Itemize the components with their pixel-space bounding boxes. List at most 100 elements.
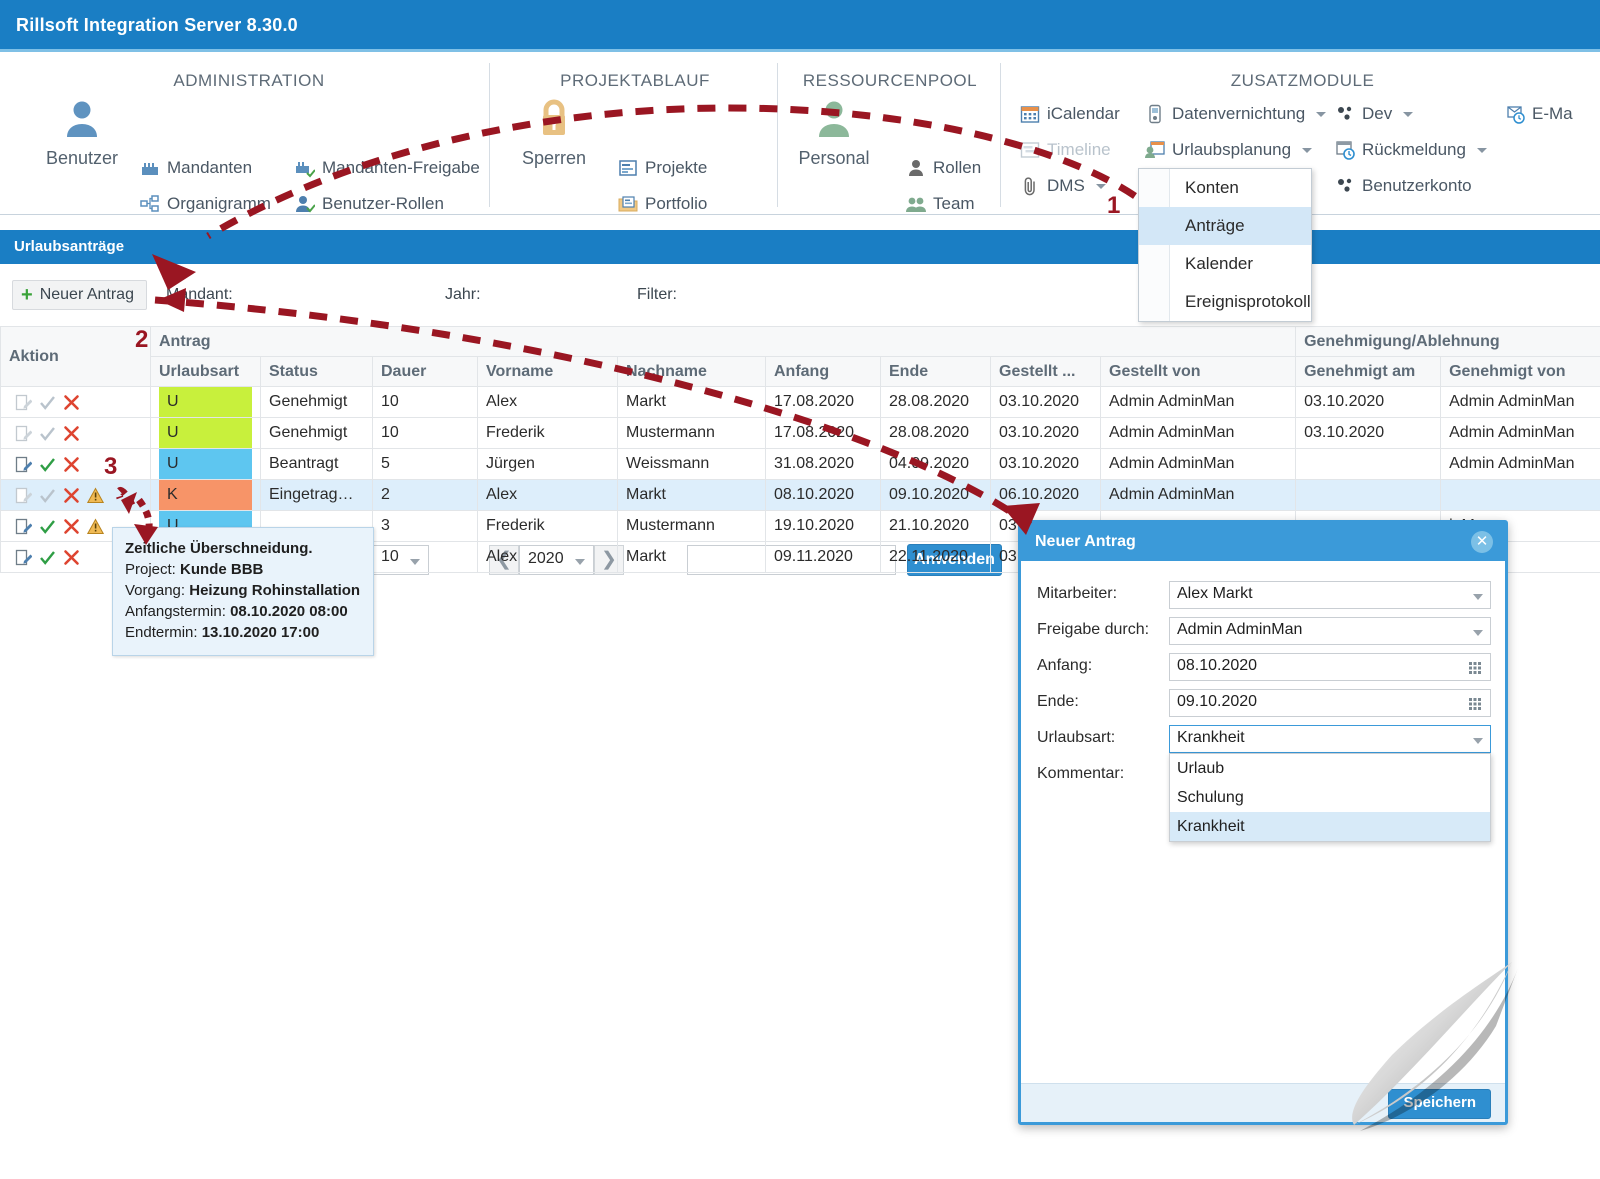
ribbon-item-benutzerkonto[interactable]: Benutzerkonto (1335, 173, 1472, 199)
ribbon-item-rueckmeldung[interactable]: Rückmeldung (1335, 137, 1487, 163)
ribbon-item-rollen[interactable]: Rollen (906, 155, 981, 181)
cell-status: Eingetrag… (261, 480, 373, 511)
kommentar-textarea[interactable] (1169, 843, 1491, 1053)
ende-date-input[interactable]: 09.10.2020 (1169, 689, 1491, 717)
reject-icon[interactable] (63, 518, 80, 535)
option-schulung[interactable]: Schulung (1170, 783, 1490, 812)
ribbon-item-datenvernichtung[interactable]: Datenvernichtung (1145, 101, 1326, 127)
ribbon-item-email[interactable]: E-Ma (1505, 101, 1573, 127)
cell-status: Beantragt (261, 449, 373, 480)
ribbon-item-mandanten-freigabe[interactable]: Mandanten-Freigabe (295, 155, 480, 181)
menu-item-antraege[interactable]: Anträge (1139, 207, 1311, 245)
ribbon-button-personal[interactable]: Personal (782, 97, 886, 169)
field-label-anfang: Anfang: (1037, 657, 1092, 675)
urlaubsplanung-dropdown-menu[interactable]: Konten Anträge Kalender Ereignisprotokol… (1138, 168, 1312, 322)
urlaubsart-options-list[interactable]: Urlaub Schulung Krankheit (1169, 753, 1491, 842)
dev-icon (1335, 104, 1355, 124)
ribbon-item-icalendar[interactable]: iCalendar (1020, 101, 1120, 127)
row-actions[interactable] (1, 449, 151, 480)
menu-item-kalender[interactable]: Kalender (1139, 245, 1311, 283)
edit-icon[interactable] (15, 487, 32, 504)
shred-icon (1145, 104, 1165, 124)
cell-ende: 28.08.2020 (881, 418, 991, 449)
row-actions[interactable] (1, 418, 151, 449)
chevron-down-icon[interactable] (1403, 112, 1413, 117)
chevron-down-icon[interactable] (1302, 148, 1312, 153)
mitarbeiter-select[interactable]: Alex Markt (1169, 581, 1491, 609)
ribbon-item-team[interactable]: Team (906, 191, 975, 217)
anfang-date-input[interactable]: 08.10.2020 (1169, 653, 1491, 681)
menu-item-konten[interactable]: Konten (1139, 169, 1311, 207)
col-ende[interactable]: Ende (881, 357, 991, 387)
col-gestellt-am[interactable]: Gestellt ... (991, 357, 1101, 387)
approve-icon[interactable] (39, 456, 56, 473)
reject-icon[interactable] (63, 425, 80, 442)
row-actions[interactable] (1, 387, 151, 418)
ribbon-item-dev[interactable]: Dev (1335, 101, 1413, 127)
warning-icon[interactable] (87, 518, 104, 535)
edit-icon[interactable] (15, 518, 32, 535)
approve-icon[interactable] (39, 549, 56, 566)
row-actions[interactable] (1, 480, 151, 511)
menu-item-ereignisprotokoll[interactable]: Ereignisprotokoll (1139, 283, 1311, 321)
ribbon-item-benutzer-rollen[interactable]: Benutzer-Rollen (295, 191, 444, 217)
edit-icon[interactable] (15, 394, 32, 411)
chevron-down-icon[interactable] (1316, 112, 1326, 117)
col-gestellt-von[interactable]: Gestellt von (1101, 357, 1296, 387)
table-row[interactable]: KEingetrag…2AlexMarkt08.10.202009.10.202… (1, 480, 1600, 511)
chevron-down-icon[interactable] (1477, 148, 1487, 153)
col-nachname[interactable]: Nachname (618, 357, 766, 387)
table-row[interactable]: UBeantragt5JürgenWeissmann31.08.202004.0… (1, 449, 1600, 480)
approve-icon[interactable] (39, 518, 56, 535)
col-vorname[interactable]: Vorname (478, 357, 618, 387)
cell-vorname: Frederik (478, 418, 618, 449)
reject-icon[interactable] (63, 487, 80, 504)
ribbon-item-dms[interactable]: DMS (1020, 173, 1106, 199)
tooltip-vorgang-label: Vorgang: (125, 582, 185, 599)
ribbon-item-portfolio[interactable]: Portfolio (618, 191, 707, 217)
edit-icon[interactable] (15, 425, 32, 442)
col-genehmigt-am[interactable]: Genehmigt am (1296, 357, 1441, 387)
col-dauer[interactable]: Dauer (373, 357, 478, 387)
ribbon-item-organigramm[interactable]: Organigramm (140, 191, 271, 217)
ribbon-item-label: Benutzerkonto (1362, 176, 1472, 196)
reject-icon[interactable] (63, 394, 80, 411)
cell-dauer: 5 (373, 449, 478, 480)
ribbon-item-label: Datenvernichtung (1172, 104, 1305, 124)
calendar-icon[interactable] (1468, 659, 1485, 676)
ribbon-item-timeline[interactable]: Timeline (1020, 137, 1111, 163)
col-aktion[interactable]: Aktion (1, 327, 151, 387)
reject-icon[interactable] (63, 456, 80, 473)
edit-icon[interactable] (15, 549, 32, 566)
col-genehmigt-von[interactable]: Genehmigt von (1441, 357, 1600, 387)
col-urlaubsart[interactable]: Urlaubsart (151, 357, 261, 387)
ribbon-item-projekte[interactable]: Projekte (618, 155, 707, 181)
chevron-down-icon[interactable] (1096, 184, 1106, 189)
approve-icon[interactable] (39, 394, 56, 411)
reject-icon[interactable] (63, 549, 80, 566)
approve-icon[interactable] (39, 425, 56, 442)
option-krankheit[interactable]: Krankheit (1170, 812, 1490, 841)
warning-icon[interactable] (87, 487, 104, 504)
orgchart-icon (140, 194, 160, 214)
table-row[interactable]: UGenehmigt10FrederikMustermann17.08.2020… (1, 418, 1600, 449)
ribbon-item-mandanten[interactable]: Mandanten (140, 155, 252, 181)
ribbon-item-label: E-Ma (1532, 104, 1573, 124)
ribbon-button-sperren[interactable]: Sperren (502, 97, 606, 169)
close-icon[interactable]: ✕ (1471, 531, 1493, 553)
new-request-button[interactable]: + Neuer Antrag (12, 280, 147, 310)
ribbon-button-benutzer[interactable]: Benutzer (30, 97, 134, 169)
col-anfang[interactable]: Anfang (766, 357, 881, 387)
table-row[interactable]: UGenehmigt10AlexMarkt17.08.202028.08.202… (1, 387, 1600, 418)
save-button[interactable]: Speichern (1388, 1089, 1491, 1119)
ribbon-item-label: Urlaubsplanung (1172, 140, 1291, 160)
approve-icon[interactable] (39, 487, 56, 504)
ribbon-item-urlaubsplanung[interactable]: Urlaubsplanung (1145, 137, 1312, 163)
option-urlaub[interactable]: Urlaub (1170, 754, 1490, 783)
calendar-icon[interactable] (1468, 695, 1485, 712)
chevron-down-icon (1473, 630, 1483, 636)
edit-icon[interactable] (15, 456, 32, 473)
urlaubsart-select[interactable]: Krankheit (1169, 725, 1491, 753)
freigabe-select[interactable]: Admin AdminMan (1169, 617, 1491, 645)
col-status[interactable]: Status (261, 357, 373, 387)
